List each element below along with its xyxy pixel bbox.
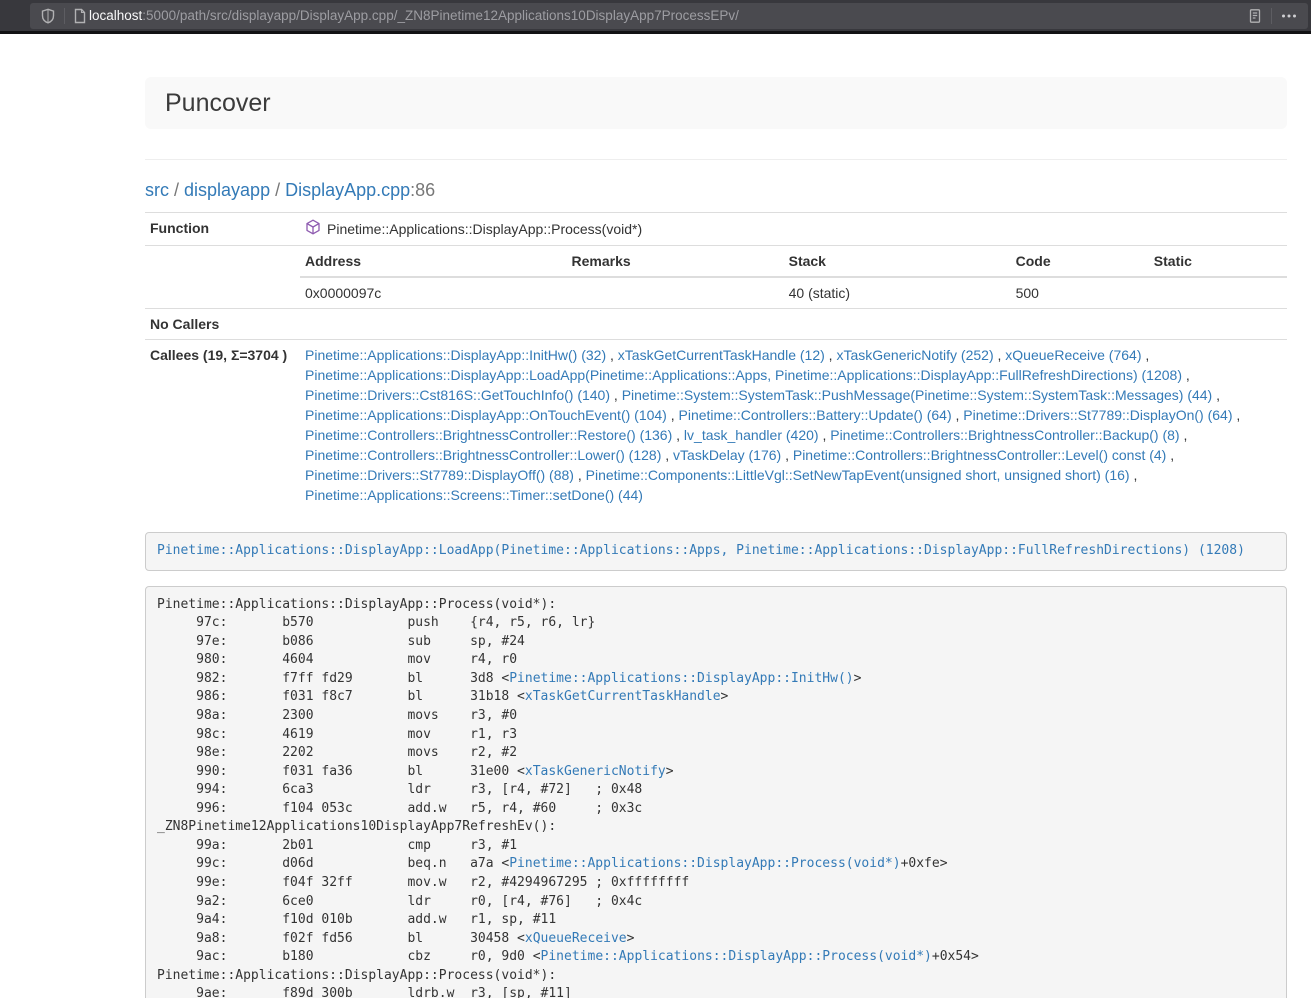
assembly-symbol-link[interactable]: Pinetime::Applications::DisplayApp::Proc… [541,949,932,964]
column-header-code: Code [1011,246,1149,277]
no-callers-row: No Callers [145,309,1287,340]
callee-link[interactable]: Pinetime::Applications::DisplayApp::Init… [305,347,606,363]
cube-icon [305,219,321,240]
page-container: Puncover src / displayapp / DisplayApp.c… [145,77,1287,998]
breadcrumb-link-displayapp[interactable]: displayapp [184,180,270,200]
assembly-symbol-link[interactable]: Pinetime::Applications::DisplayApp::Init… [509,671,853,686]
load-app-snippet: Pinetime::Applications::DisplayApp::Load… [145,532,1287,571]
assembly-symbol-link[interactable]: xTaskGetCurrentTaskHandle [525,689,721,704]
page-title: Puncover [165,89,271,118]
browser-toolbar: localhost:5000/path/src/displayapp/Displ… [0,0,1311,34]
function-stats-table: Address Remarks Stack Code Static 0x0000… [300,246,1287,308]
breadcrumb-link-src[interactable]: src [145,180,169,200]
assembly-symbol-link[interactable]: xTaskGenericNotify [525,764,666,779]
function-name: Pinetime::Applications::DisplayApp::Proc… [327,219,642,239]
assembly-code: Pinetime::Applications::DisplayApp::Proc… [145,586,1287,998]
callee-link[interactable]: xQueueReceive (764) [1005,347,1141,363]
callee-link[interactable]: Pinetime::Applications::Screens::Timer::… [305,487,643,503]
breadcrumb-line-number: :86 [410,180,435,200]
url-host: localhost [89,8,142,23]
breadcrumb-separator: / [169,180,184,200]
callee-link[interactable]: Pinetime::Controllers::BrightnessControl… [830,427,1179,443]
callee-link[interactable]: vTaskDelay (176) [673,447,781,463]
assembly-symbol-link[interactable]: Pinetime::Applications::DisplayApp::Proc… [509,856,900,871]
assembly-symbol-link[interactable]: xQueueReceive [525,931,627,946]
function-row-label: Function [145,213,300,246]
callee-link[interactable]: Pinetime::Controllers::BrightnessControl… [305,447,661,463]
url-path: :5000/path/src/displayapp/DisplayApp.cpp… [142,8,739,23]
urlbar-divider [64,8,65,24]
code-value: 500 [1011,277,1149,308]
callee-link[interactable]: Pinetime::Drivers::St7789::DisplayOn() (… [963,407,1232,423]
callees-row: Callees (19, Σ=3704 ) Pinetime::Applicat… [145,340,1287,511]
callee-link[interactable]: xTaskGetCurrentTaskHandle (12) [618,347,825,363]
breadcrumb-separator: / [270,180,285,200]
more-menu-icon[interactable] [1280,8,1298,24]
remarks-value [566,277,783,308]
callee-link[interactable]: Pinetime::System::SystemTask::PushMessag… [622,387,1213,403]
breadcrumb-link-file[interactable]: DisplayApp.cpp [285,180,410,200]
address-value: 0x0000097c [300,277,566,308]
callee-link[interactable]: Pinetime::Applications::DisplayApp::OnTo… [305,407,667,423]
callee-link[interactable]: Pinetime::Drivers::Cst816S::GetTouchInfo… [305,387,610,403]
column-header-static: Static [1149,246,1287,277]
callee-link[interactable]: xTaskGenericNotify (252) [836,347,993,363]
callees-list: Pinetime::Applications::DisplayApp::Init… [300,340,1287,511]
app-header: Puncover [145,77,1287,129]
shield-icon[interactable] [40,8,56,24]
function-row: Function Pinetime::Applications::Display… [145,213,1287,246]
column-header-address: Address [300,246,566,277]
callee-link[interactable]: lv_task_handler (420) [684,427,819,443]
callee-link[interactable]: Pinetime::Drivers::St7789::DisplayOff() … [305,467,574,483]
callee-link[interactable]: Pinetime::Controllers::BrightnessControl… [305,427,672,443]
callee-link[interactable]: Pinetime::Components::LittleVgl::SetNewT… [586,467,1130,483]
callees-label: Callees (19, Σ=3704 ) [145,340,300,511]
page-icon[interactable] [73,8,87,24]
url-bar[interactable]: localhost:5000/path/src/displayapp/Displ… [30,3,1308,29]
column-header-remarks: Remarks [566,246,783,277]
callee-link[interactable]: Pinetime::Applications::DisplayApp::Load… [305,367,1182,383]
stack-value: 40 (static) [784,277,1011,308]
static-value [1149,277,1287,308]
callee-link[interactable]: Pinetime::Controllers::Battery::Update()… [679,407,952,423]
no-callers-label: No Callers [145,309,300,340]
table-row: 0x0000097c 40 (static) 500 [300,277,1287,308]
callee-link[interactable]: Pinetime::Controllers::BrightnessControl… [793,447,1166,463]
column-header-stack: Stack [784,246,1011,277]
reader-mode-icon[interactable] [1247,8,1263,24]
divider [145,159,1287,160]
load-app-link[interactable]: Pinetime::Applications::DisplayApp::Load… [157,543,1245,558]
function-detail-table: Function Pinetime::Applications::Display… [145,212,1287,510]
breadcrumb: src / displayapp / DisplayApp.cpp:86 [145,180,1287,200]
function-stats-row: Address Remarks Stack Code Static 0x0000… [145,246,1287,309]
urlbar-divider [1271,8,1272,24]
url-text: localhost:5000/path/src/displayapp/Displ… [89,8,739,23]
